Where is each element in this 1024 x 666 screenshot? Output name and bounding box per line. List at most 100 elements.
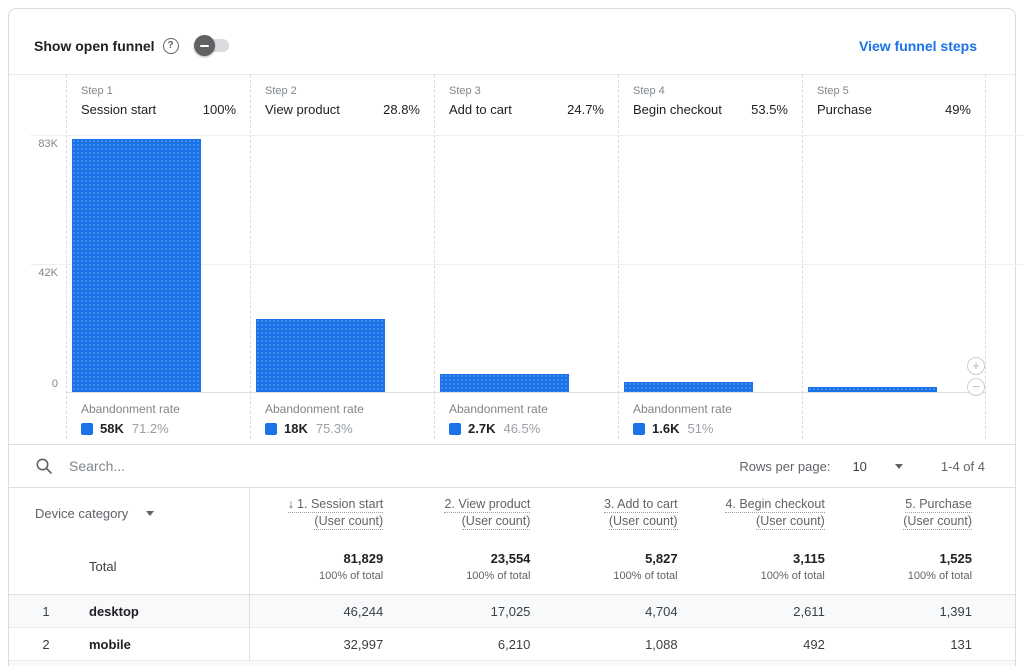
step-completion-rate: 28.8% <box>383 102 420 117</box>
rows-per-page-label: Rows per page: <box>739 459 830 474</box>
abandonment-rate: 46.5% <box>503 421 540 436</box>
search-icon <box>35 457 53 475</box>
legend-square-icon <box>265 423 277 435</box>
abandonment-block: Abandonment rate 58K 71.2% <box>81 402 240 436</box>
y-tick-83k: 83K <box>22 138 58 150</box>
funnel-step-column: Step 3 Add to cart 24.7% Abandonment rat… <box>434 75 618 439</box>
step-name: Purchase <box>817 102 872 117</box>
zoom-out-icon[interactable]: − <box>967 378 985 396</box>
toggle-knob-icon <box>194 35 215 56</box>
table-header-row: Device category ↓1. Session start (User … <box>9 488 1015 538</box>
funnel-columns: 83K 42K 0 Step 1 Session start 100% Aban… <box>66 75 986 439</box>
cell-value: 6,210 <box>397 628 544 660</box>
step-number: Step 1 <box>81 85 236 97</box>
rows-per-page-control: Rows per page: 10 1-4 of 4 <box>739 459 985 474</box>
total-label: Total <box>9 559 116 574</box>
abandonment-label: Abandonment rate <box>449 402 608 416</box>
chart-topbar: Show open funnel ? View funnel steps <box>9 9 1015 74</box>
funnel-step-column: Step 4 Begin checkout 53.5% Abandonment … <box>618 75 802 439</box>
total-cell: 81,829 100% of total <box>250 538 397 594</box>
abandonment-value: 58K <box>100 421 124 436</box>
total-cell: 5,827 100% of total <box>544 538 691 594</box>
row-index: 2 <box>9 637 83 652</box>
row-dimension-value: mobile <box>83 637 131 652</box>
table-row-desktop[interactable]: 1 desktop 46,244 17,025 4,704 2,611 1,39… <box>9 595 1015 628</box>
cell-value: 4,704 <box>544 595 691 627</box>
total-cell: 3,115 100% of total <box>692 538 839 594</box>
y-tick-0: 0 <box>22 378 58 390</box>
abandonment-value: 1.6K <box>652 421 679 436</box>
column-header-add-to-cart[interactable]: 3. Add to cart (User count) <box>544 488 691 538</box>
abandonment-label: Abandonment rate <box>633 402 792 416</box>
total-cell: 1,525 100% of total <box>839 538 986 594</box>
y-tick-42k: 42K <box>22 267 58 279</box>
abandonment-value: 2.7K <box>468 421 495 436</box>
device-category-header[interactable]: Device category <box>9 488 249 538</box>
step-completion-rate: 49% <box>945 102 971 117</box>
chart-zoom-controls: + − <box>967 357 985 396</box>
search-input[interactable] <box>69 458 739 474</box>
step-completion-rate: 24.7% <box>567 102 604 117</box>
step-number: Step 2 <box>265 85 420 97</box>
open-funnel-label: Show open funnel <box>34 38 155 54</box>
funnel-bar <box>256 319 385 392</box>
abandonment-value: 18K <box>284 421 308 436</box>
abandonment-rate: 75.3% <box>316 421 353 436</box>
legend-square-icon <box>633 423 645 435</box>
rows-per-page-value[interactable]: 10 <box>852 459 866 474</box>
legend-square-icon <box>449 423 461 435</box>
funnel-step-column: Step 1 Session start 100% Abandonment ra… <box>66 75 250 439</box>
abandonment-label: Abandonment rate <box>81 402 240 416</box>
breakdown-table: Rows per page: 10 1-4 of 4 Device catego… <box>9 444 1015 666</box>
abandonment-rate: 71.2% <box>132 421 169 436</box>
abandonment-rate: 51% <box>687 421 713 436</box>
step-number: Step 5 <box>817 85 971 97</box>
table-row-mobile[interactable]: 2 mobile 32,997 6,210 1,088 492 131 <box>9 628 1015 661</box>
column-header-view-product[interactable]: 2. View product (User count) <box>397 488 544 538</box>
abandonment-block: Abandonment rate 2.7K 46.5% <box>449 402 608 436</box>
funnel-card: Show open funnel ? View funnel steps 83K… <box>8 8 1016 666</box>
chevron-down-icon[interactable] <box>895 464 903 469</box>
step-name: Add to cart <box>449 102 512 117</box>
row-dimension-value: desktop <box>83 604 139 619</box>
step-completion-rate: 100% <box>203 102 236 117</box>
abandonment-block: Abandonment rate 18K 75.3% <box>265 402 424 436</box>
funnel-bar <box>72 139 201 392</box>
funnel-chart: 83K 42K 0 Step 1 Session start 100% Aban… <box>9 74 1015 438</box>
table-row-partial <box>9 661 1015 666</box>
column-header-begin-checkout[interactable]: 4. Begin checkout (User count) <box>692 488 839 538</box>
cell-value: 46,244 <box>250 595 397 627</box>
funnel-bar <box>624 382 753 392</box>
table-total-row: Total 81,829 100% of total 23,554 100% o… <box>9 538 1015 595</box>
column-header-session-start[interactable]: ↓1. Session start (User count) <box>250 488 397 538</box>
table-toolbar: Rows per page: 10 1-4 of 4 <box>9 444 1015 488</box>
funnel-bar <box>808 387 937 392</box>
cell-value: 17,025 <box>397 595 544 627</box>
open-funnel-toggle[interactable] <box>197 39 229 52</box>
step-name: View product <box>265 102 340 117</box>
column-header-purchase[interactable]: 5. Purchase (User count) <box>839 488 986 538</box>
cell-value: 1,088 <box>544 628 691 660</box>
pagination-status: 1-4 of 4 <box>941 459 985 474</box>
funnel-step-column: Step 2 View product 28.8% Abandonment ra… <box>250 75 434 439</box>
legend-square-icon <box>81 423 93 435</box>
step-number: Step 4 <box>633 85 788 97</box>
cell-value: 2,611 <box>692 595 839 627</box>
step-name: Begin checkout <box>633 102 722 117</box>
funnel-step-column: Step 5 Purchase 49% <box>802 75 986 439</box>
sort-descending-icon: ↓ <box>288 497 294 511</box>
cell-value: 492 <box>692 628 839 660</box>
funnel-exploration-page: Show open funnel ? View funnel steps 83K… <box>0 0 1024 666</box>
step-number: Step 3 <box>449 85 604 97</box>
step-name: Session start <box>81 102 156 117</box>
cell-value: 1,391 <box>839 595 986 627</box>
view-funnel-steps-link[interactable]: View funnel steps <box>859 38 977 54</box>
funnel-bar <box>440 374 569 392</box>
total-cell: 23,554 100% of total <box>397 538 544 594</box>
row-index: 1 <box>9 604 83 619</box>
zoom-in-icon[interactable]: + <box>967 357 985 375</box>
step-completion-rate: 53.5% <box>751 102 788 117</box>
help-icon[interactable]: ? <box>163 38 179 54</box>
abandonment-block: Abandonment rate 1.6K 51% <box>633 402 792 436</box>
cell-value: 131 <box>839 628 986 660</box>
